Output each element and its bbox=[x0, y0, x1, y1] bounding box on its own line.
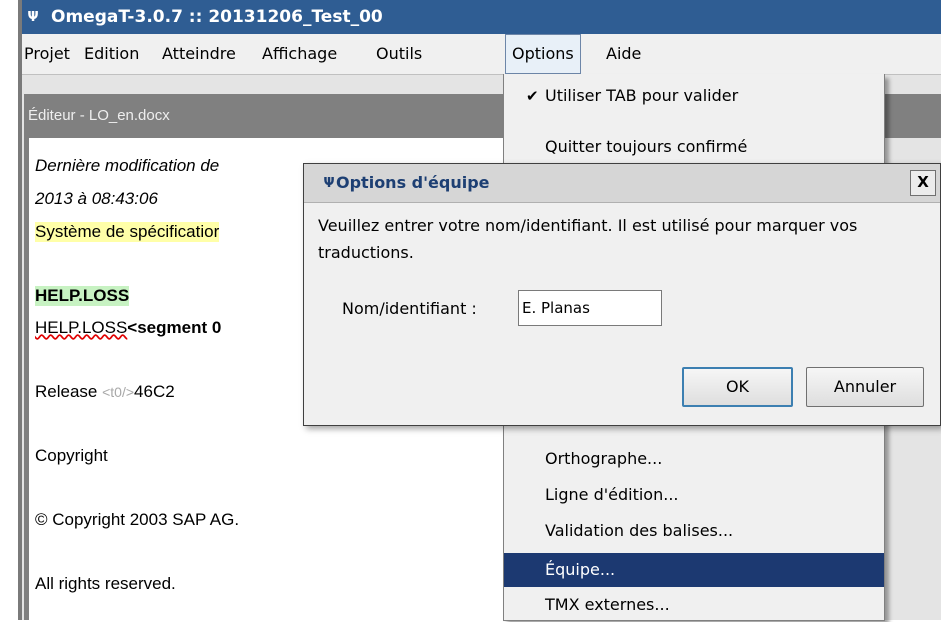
menu-item-use-tab[interactable]: ✔ Utiliser TAB pour valider bbox=[504, 79, 884, 113]
ok-button[interactable]: OK bbox=[682, 367, 793, 407]
menu-options[interactable]: Options bbox=[505, 34, 581, 74]
menu-item-label: Quitter toujours confirmé bbox=[545, 137, 748, 156]
menubar: Projet Edition Atteindre Affichage Outil… bbox=[18, 34, 941, 75]
menu-item-label: TMX externes... bbox=[545, 595, 670, 614]
segment-marker: <segment 0 bbox=[127, 318, 222, 337]
editor-segment-target[interactable]: HELP.LOSS bbox=[35, 286, 130, 306]
editor-line-date: 2013 à 08:43:06 bbox=[35, 189, 158, 208]
release-text: Release bbox=[35, 382, 98, 401]
team-options-dialog: Ψ Options d'équipe X Veuillez entrer vot… bbox=[303, 163, 941, 426]
editor-line-copyright[interactable]: Copyright bbox=[35, 446, 108, 466]
omegat-logo-icon: Ψ bbox=[27, 9, 39, 25]
menu-item-edit-line[interactable]: Ligne d'édition... bbox=[504, 478, 884, 512]
close-button[interactable]: X bbox=[910, 170, 936, 196]
editor-line-spec[interactable]: Système de spécificatior bbox=[35, 222, 220, 242]
window-title: OmegaT-3.0.7 :: 20131206_Test_00 bbox=[51, 7, 383, 27]
dialog-message: Veuillez entrer votre nom/identifiant. I… bbox=[318, 216, 858, 262]
menu-edition[interactable]: Edition bbox=[78, 34, 145, 74]
dialog-title: Options d'équipe bbox=[336, 173, 490, 192]
menu-aide[interactable]: Aide bbox=[600, 34, 647, 74]
menu-projet[interactable]: Projet bbox=[18, 34, 76, 74]
name-field-label: Nom/identifiant : bbox=[342, 299, 477, 318]
menu-item-label: Orthographe... bbox=[545, 449, 663, 468]
menu-item-label: Validation des balises... bbox=[545, 521, 734, 540]
editor-line-copyright-notice[interactable]: © Copyright 2003 SAP AG. bbox=[35, 510, 239, 530]
menu-item-external-tmx[interactable]: TMX externes... bbox=[504, 588, 884, 622]
menu-affichage[interactable]: Affichage bbox=[256, 34, 343, 74]
editor-line-rights[interactable]: All rights reserved. bbox=[35, 574, 176, 594]
window-titlebar[interactable]: Ψ OmegaT-3.0.7 :: 20131206_Test_00 bbox=[18, 0, 941, 34]
spellcheck-word: HELP.LOSS bbox=[35, 318, 128, 337]
window-left-border bbox=[18, 0, 22, 620]
checkmark-icon: ✔ bbox=[526, 87, 539, 105]
release-value: 46C2 bbox=[134, 382, 175, 401]
menu-item-label: Ligne d'édition... bbox=[545, 485, 679, 504]
editor-segment-source[interactable]: HELP.LOSS<segment 0 bbox=[35, 318, 221, 338]
inline-tag: <t0/> bbox=[102, 384, 135, 400]
menu-atteindre[interactable]: Atteindre bbox=[156, 34, 242, 74]
menu-item-spelling[interactable]: Orthographe... bbox=[504, 442, 884, 476]
menu-item-team[interactable]: Équipe... bbox=[504, 553, 884, 587]
menu-item-always-confirm-quit[interactable]: Quitter toujours confirmé bbox=[504, 130, 884, 164]
dialog-titlebar[interactable]: Ψ Options d'équipe X bbox=[304, 164, 940, 203]
name-identifier-input[interactable] bbox=[518, 290, 662, 326]
menu-item-label: Équipe... bbox=[545, 560, 616, 579]
menu-item-tag-validation[interactable]: Validation des balises... bbox=[504, 514, 884, 548]
editor-line-release[interactable]: Release <t0/>46C2 bbox=[35, 382, 175, 402]
cancel-button[interactable]: Annuler bbox=[806, 367, 924, 407]
menu-outils[interactable]: Outils bbox=[370, 34, 428, 74]
editor-line-last-modified: Dernière modification de bbox=[35, 156, 220, 175]
menu-item-label: Utiliser TAB pour valider bbox=[545, 86, 739, 105]
